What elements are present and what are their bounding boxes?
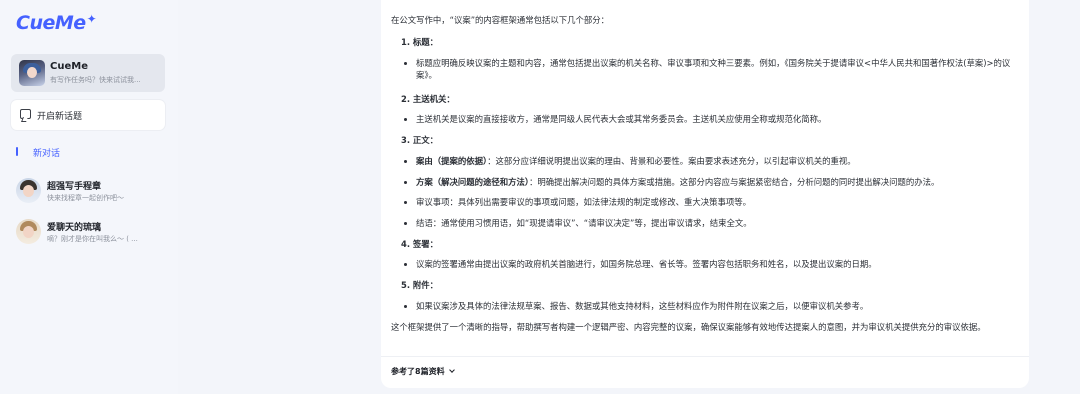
agent-avatar bbox=[19, 60, 45, 86]
list-item: 标题应明确反映议案的主题和内容，通常包括提出议案的机关名称、审议事项和文种三要素… bbox=[404, 57, 1014, 81]
section-heading: 5. 附件： bbox=[401, 280, 439, 290]
list-item: 案由（提案的依据）：这部分应详细说明提出议案的理由、背景和必要性。案由要求表述充… bbox=[404, 155, 1014, 167]
chat-title: 超强写手程章 bbox=[47, 182, 102, 192]
new-topic-label: 开启新话题 bbox=[37, 112, 83, 122]
app-logo[interactable]: CueMe✦ bbox=[16, 12, 97, 34]
list-item: 议案的签署通常由提出议案的政府机关首脑进行，如国务院总理、省长等。签署内容包括职… bbox=[404, 258, 1014, 270]
chat-item-liuli[interactable]: 爱聊天的琉璃 嘀？刚才是你在叫我么～ ( ... bbox=[16, 219, 166, 247]
agent-subtitle: 有写作任务吗？快来试试我... bbox=[50, 76, 141, 84]
active-indicator bbox=[16, 147, 18, 156]
section-heading: 2. 主送机关： bbox=[401, 94, 455, 104]
chat-bubble-icon bbox=[20, 109, 31, 119]
new-chat-label: 新对话 bbox=[33, 149, 61, 159]
sidebar: CueMe✦ CueMe 有写作任务吗？快来试试我... 开启新话题 新对话 超… bbox=[0, 0, 178, 394]
section-heading: 3. 正文： bbox=[401, 135, 439, 145]
answer-intro: 在公文写作中，“议案”的内容框架通常包括以下几个部分： bbox=[391, 15, 610, 25]
list-item: 方案（解决问题的途径和方法）：明确提出解决问题的具体方案或措施。这部分内容应与案… bbox=[404, 176, 1014, 188]
avatar bbox=[16, 178, 41, 203]
answer-panel: 在公文写作中，“议案”的内容框架通常包括以下几个部分： 1. 标题： 标题应明确… bbox=[381, 0, 1029, 388]
section-heading: 1. 标题： bbox=[401, 37, 439, 47]
agent-card[interactable]: CueMe 有写作任务吗？快来试试我... bbox=[11, 54, 165, 92]
answer-conclusion: 这个框架提供了一个清晰的指导，帮助撰写者构建一个逻辑严密、内容完整的议案，确保议… bbox=[391, 322, 986, 332]
chevron-down-icon bbox=[448, 367, 455, 373]
new-topic-button[interactable]: 开启新话题 bbox=[11, 100, 165, 130]
chat-preview: 嘀？刚才是你在叫我么～ ( ... bbox=[47, 235, 138, 243]
chat-preview: 快来找程章一起创作吧～ bbox=[47, 194, 124, 202]
chat-item-writer[interactable]: 超强写手程章 快来找程章一起创作吧～ bbox=[16, 178, 166, 206]
agent-name: CueMe bbox=[50, 61, 88, 72]
references-toggle[interactable]: 参考了8篇资料 bbox=[391, 366, 455, 377]
list-item: 结语：通常使用习惯用语，如“现提请审议”、“请审议决定”等，提出审议请求，结束全… bbox=[404, 217, 1014, 229]
new-chat-item[interactable]: 新对话 bbox=[16, 145, 136, 159]
list-item: 主送机关是议案的直接接收方，通常是同级人民代表大会或其常务委员会。主送机关应使用… bbox=[404, 113, 1014, 125]
chat-title: 爱聊天的琉璃 bbox=[47, 223, 102, 233]
sparkle-icon: ✦ bbox=[86, 12, 97, 26]
divider bbox=[381, 356, 1029, 357]
avatar bbox=[16, 219, 41, 244]
list-item: 审议事项：具体列出需要审议的事项或问题，如法律法规的制定或修改、重大决策事项等。 bbox=[404, 196, 1014, 208]
list-item: 如果议案涉及具体的法律法规草案、报告、数据或其他支持材料，这些材料应作为附件附在… bbox=[404, 300, 1014, 312]
section-heading: 4. 签署： bbox=[401, 239, 439, 249]
